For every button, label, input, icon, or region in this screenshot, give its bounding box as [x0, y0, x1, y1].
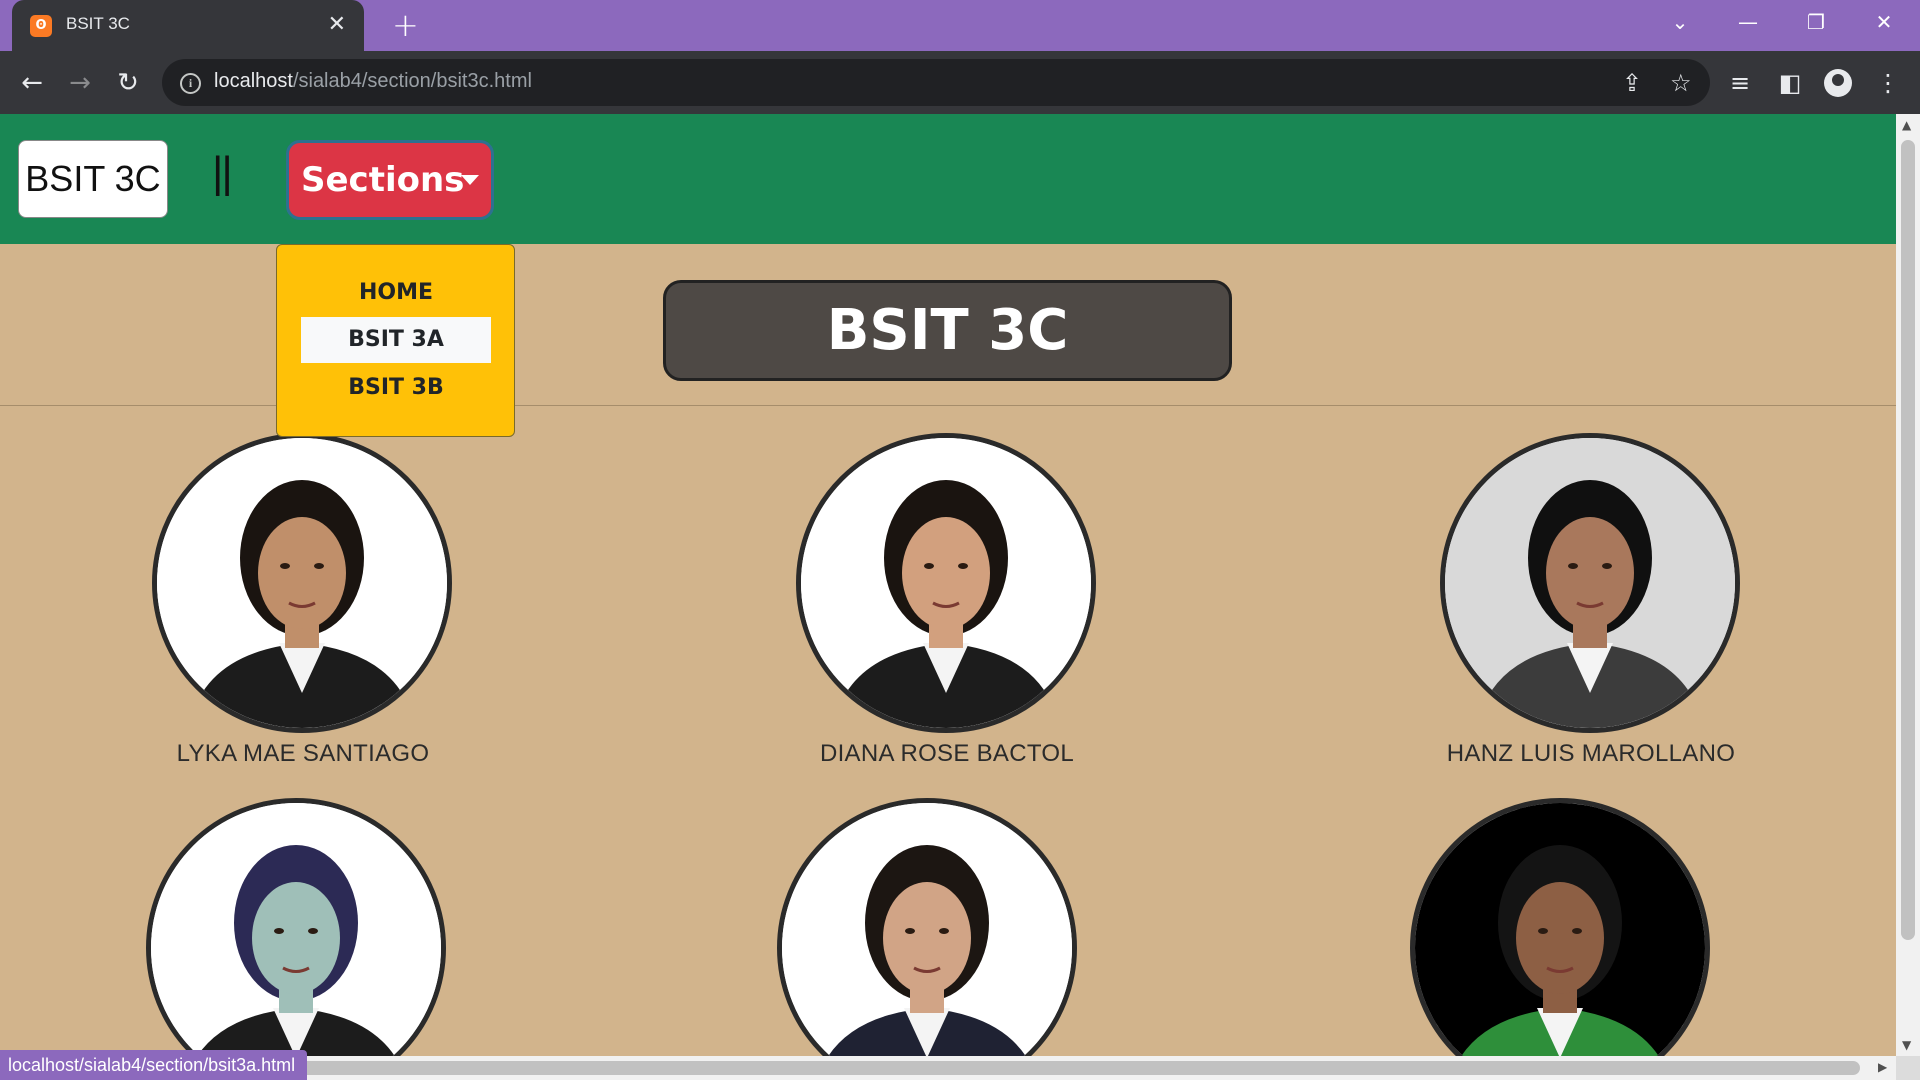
scroll-down-icon[interactable]: ▼: [1902, 1038, 1911, 1052]
scroll-right-icon[interactable]: ▶: [1878, 1060, 1887, 1074]
vertical-scroll-thumb[interactable]: [1901, 140, 1915, 940]
student-photo: [146, 798, 446, 1056]
side-panel-icon[interactable]: ◧: [1772, 65, 1808, 101]
dropdown-item-home[interactable]: HOME: [301, 270, 491, 316]
site-info-icon[interactable]: i: [180, 73, 201, 94]
minimize-icon[interactable]: —: [1728, 6, 1768, 38]
status-bar-url: localhost/sialab4/section/bsit3a.html: [0, 1050, 308, 1080]
close-window-icon[interactable]: ✕: [1864, 6, 1904, 38]
profile-avatar-icon[interactable]: [1824, 69, 1852, 97]
page-content: BSIT 3C || Sections HOME BSIT 3A BSIT 3B…: [0, 114, 1896, 1056]
dropdown-item-bsit-3b[interactable]: BSIT 3B: [301, 365, 491, 411]
tab-strip: ʘ BSIT 3C ✕ + ⌄ — ❐ ✕: [0, 0, 1920, 51]
sections-label: Sections: [301, 160, 465, 200]
url-host: localhost: [214, 70, 293, 92]
site-navbar: BSIT 3C || Sections: [0, 114, 1896, 244]
address-bar[interactable]: i localhost/sialab4/section/bsit3c.html …: [162, 59, 1710, 106]
navbar-brand[interactable]: BSIT 3C: [18, 140, 168, 218]
dropdown-item-bsit-3a[interactable]: BSIT 3A: [301, 317, 491, 363]
student-photo: [152, 433, 452, 733]
menu-kebab-icon[interactable]: ⋮: [1870, 65, 1906, 101]
new-tab-icon[interactable]: +: [392, 7, 419, 43]
restore-icon[interactable]: ❐: [1796, 6, 1836, 38]
bookmark-star-icon[interactable]: ☆: [1670, 68, 1692, 98]
browser-tab[interactable]: ʘ BSIT 3C ✕: [12, 0, 364, 51]
page-title: BSIT 3C: [663, 280, 1232, 381]
sections-dropdown-button[interactable]: Sections: [286, 140, 494, 220]
student-photo: [777, 798, 1077, 1056]
tab-title: BSIT 3C: [66, 14, 130, 33]
url-text: localhost/sialab4/section/bsit3c.html: [214, 70, 532, 93]
tab-search-icon[interactable]: ⌄: [1660, 6, 1700, 38]
share-icon[interactable]: ⇪: [1622, 68, 1642, 98]
student-name: HANZ LUIS MAROLLANO: [1446, 740, 1736, 767]
reload-icon[interactable]: ↻: [110, 65, 146, 101]
student-photo: [796, 433, 1096, 733]
student-name: LYKA MAE SANTIAGO: [176, 740, 430, 767]
student-photo: [1440, 433, 1740, 733]
forward-icon[interactable]: →: [62, 65, 98, 101]
close-tab-icon[interactable]: ✕: [328, 10, 346, 40]
horizontal-scroll-thumb[interactable]: [300, 1061, 1860, 1075]
caret-down-icon: [461, 175, 479, 185]
student-photo: [1410, 798, 1710, 1056]
navbar-separator: ||: [212, 148, 233, 197]
scroll-up-icon[interactable]: ▲: [1902, 118, 1911, 132]
sections-dropdown-menu: HOME BSIT 3A BSIT 3B: [276, 244, 515, 437]
vertical-scrollbar[interactable]: ▲ ▼: [1896, 114, 1920, 1056]
xampp-icon: ʘ: [30, 15, 52, 37]
student-name: DIANA ROSE BACTOL: [819, 740, 1075, 767]
back-icon[interactable]: ←: [14, 65, 50, 101]
url-path: /sialab4/section/bsit3c.html: [292, 70, 532, 92]
media-playlist-icon[interactable]: ≡: [1722, 65, 1758, 101]
scrollbar-corner: [1896, 1056, 1920, 1080]
browser-toolbar: ← → ↻ i localhost/sialab4/section/bsit3c…: [0, 51, 1920, 114]
